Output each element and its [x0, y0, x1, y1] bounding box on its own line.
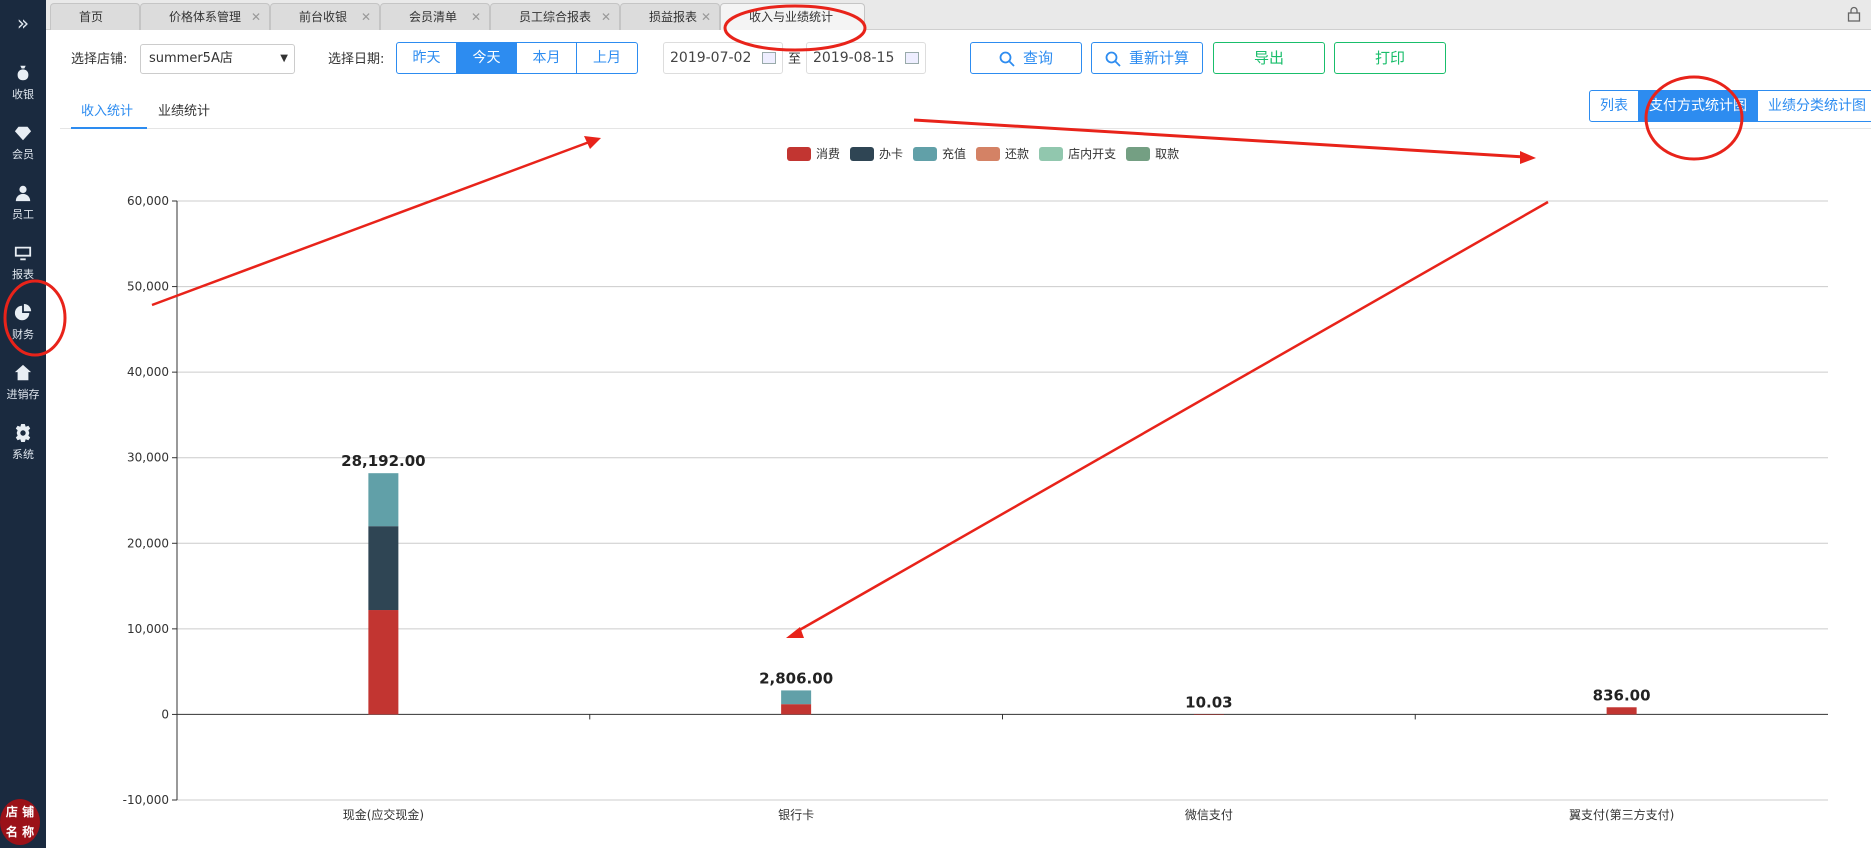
bar-total-label: 28,192.00	[341, 452, 425, 470]
bar-segment	[781, 704, 812, 715]
y-tick-label: 10,000	[127, 622, 169, 636]
y-tick-label: 0	[161, 707, 169, 721]
bar-total-label: 2,806.00	[759, 669, 833, 687]
x-tick-label: 现金(应交现金)	[343, 807, 424, 822]
x-tick-label: 翼支付(第三方支付)	[1569, 807, 1674, 822]
y-tick-label: 50,000	[127, 280, 169, 294]
y-tick-label: -10,000	[123, 793, 169, 807]
x-tick-label: 银行卡	[778, 808, 814, 822]
bar-total-label: 836.00	[1593, 686, 1651, 704]
bar-segment	[1193, 714, 1224, 715]
bar-segment	[368, 610, 399, 715]
x-tick-label: 微信支付	[1185, 808, 1233, 822]
bar-segment	[368, 526, 399, 611]
app-window: » 收银 会员 员工 报表 财务 进销存 系统 店 铺 名 称 首页 价格体系管…	[0, 0, 1871, 848]
bar-segment	[781, 690, 812, 705]
bar-segment	[368, 473, 399, 527]
bar-segment	[1606, 707, 1637, 715]
bar-total-label: 10.03	[1185, 693, 1232, 711]
y-tick-label: 20,000	[127, 536, 169, 550]
payment-method-chart: 60,000 50,000 40,000 30,000 20,000 10,000 0 -10…	[123, 194, 1828, 822]
y-tick-label: 60,000	[127, 194, 169, 208]
y-tick-label: 30,000	[127, 451, 169, 465]
y-tick-label: 40,000	[127, 365, 169, 379]
